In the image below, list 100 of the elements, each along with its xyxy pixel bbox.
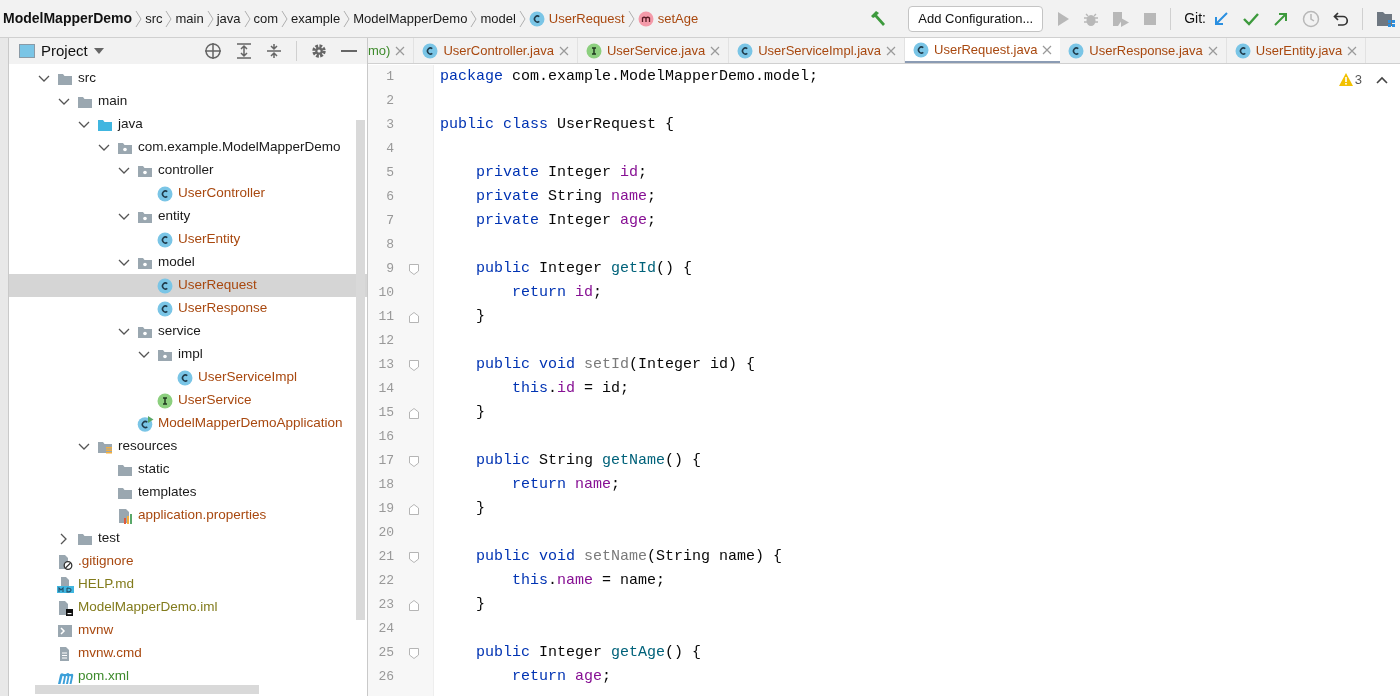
- code-line: private Integer age;: [476, 210, 657, 231]
- expand-all-icon[interactable]: [236, 43, 252, 59]
- chevron-right-icon[interactable]: [60, 532, 68, 545]
- tree-item[interactable]: model: [9, 251, 367, 274]
- method-icon: [637, 10, 654, 27]
- tree-item[interactable]: controller: [9, 159, 367, 182]
- breadcrumb[interactable]: src: [142, 8, 166, 29]
- line-number: 23: [377, 596, 394, 615]
- chevron-up-icon[interactable]: [1376, 75, 1388, 84]
- tree-label: UserServiceImpl: [198, 368, 298, 387]
- tree-item[interactable]: UserService: [9, 389, 367, 412]
- breadcrumb[interactable]: ModelMapperDemo: [0, 8, 136, 29]
- tree-label: .gitignore: [78, 552, 134, 571]
- close-icon[interactable]: [558, 46, 569, 56]
- tree-item[interactable]: src: [9, 67, 367, 90]
- tree-item[interactable]: UserEntity: [9, 228, 367, 251]
- chevron-down-icon[interactable]: [78, 442, 90, 451]
- fold-marker-icon[interactable]: [409, 311, 419, 323]
- close-icon[interactable]: [1347, 46, 1358, 56]
- vcs-label: Git:: [1184, 9, 1206, 28]
- close-icon[interactable]: [395, 46, 406, 56]
- fold-marker-icon[interactable]: [409, 647, 419, 659]
- fold-marker-icon[interactable]: [409, 599, 419, 611]
- tree-item[interactable]: service: [9, 320, 367, 343]
- run-configuration-button[interactable]: Add Configuration...: [908, 5, 1044, 32]
- tree-label: service: [158, 322, 201, 341]
- chevron-down-icon[interactable]: [58, 97, 70, 106]
- tree-item[interactable]: UserServiceImpl: [9, 366, 367, 389]
- close-icon[interactable]: [886, 46, 897, 56]
- tree-item[interactable]: test: [9, 527, 367, 550]
- fold-marker-icon[interactable]: [409, 359, 419, 371]
- arrow-up-right-icon[interactable]: [1273, 10, 1289, 27]
- tree-item[interactable]: UserResponse: [9, 297, 367, 320]
- tree-item[interactable]: static: [9, 458, 367, 481]
- fold-marker-icon[interactable]: [409, 263, 419, 275]
- chevron-down-icon[interactable]: [118, 212, 130, 221]
- tree-item[interactable]: application.properties: [9, 504, 367, 527]
- fold-marker-icon[interactable]: [409, 455, 419, 467]
- line-number: 14: [377, 380, 394, 399]
- breadcrumb[interactable]: UserRequest: [525, 8, 628, 29]
- fold-marker-icon[interactable]: [409, 551, 419, 563]
- folder-icon: [117, 462, 133, 477]
- inspection-widget[interactable]: 3: [1338, 70, 1362, 90]
- close-icon[interactable]: [710, 46, 721, 56]
- breadcrumb[interactable]: setAge: [634, 8, 702, 29]
- tree-item[interactable]: resources: [9, 435, 367, 458]
- chevron-right-icon: [206, 9, 214, 28]
- tree-item[interactable]: main: [9, 90, 367, 113]
- editor-tab[interactable]: UserRequest.java: [905, 38, 1061, 63]
- tree-item[interactable]: com.example.ModelMapperDemo: [9, 136, 367, 159]
- tree-item[interactable]: ModelMapperDemoApplication: [9, 412, 367, 435]
- breadcrumb[interactable]: example: [288, 8, 344, 29]
- tree-label: ModelMapperDemoApplication: [158, 414, 343, 433]
- fold-marker-icon[interactable]: [409, 503, 419, 515]
- scrollbar[interactable]: [35, 685, 259, 694]
- collapse-all-icon[interactable]: [266, 43, 282, 59]
- close-icon[interactable]: [1207, 46, 1218, 56]
- tree-item[interactable]: impl: [9, 343, 367, 366]
- chevron-down-icon[interactable]: [38, 74, 50, 83]
- chevron-down-icon[interactable]: [138, 350, 150, 359]
- breadcrumb[interactable]: java: [213, 8, 244, 29]
- chevron-down-icon[interactable]: [98, 143, 110, 152]
- coverage-icon[interactable]: [1112, 10, 1131, 27]
- code-line: public Integer getAge() {: [476, 642, 702, 663]
- hammer-icon[interactable]: [869, 9, 888, 28]
- tree-item[interactable]: entity: [9, 205, 367, 228]
- tree-item[interactable]: mvnw.cmd: [9, 642, 367, 665]
- package-icon: [137, 324, 153, 339]
- code-line: public class UserRequest {: [440, 114, 675, 135]
- fold-marker-icon[interactable]: [409, 407, 419, 419]
- locate-icon[interactable]: [204, 42, 222, 60]
- scrollbar[interactable]: [356, 120, 365, 620]
- tree-item[interactable]: .gitignore: [9, 550, 367, 573]
- clock-icon[interactable]: [1302, 9, 1320, 28]
- settings-icon[interactable]: [311, 43, 327, 59]
- tree-item[interactable]: UserController: [9, 182, 367, 205]
- breadcrumb[interactable]: main: [172, 8, 207, 29]
- project-structure-icon[interactable]: [1376, 9, 1396, 28]
- tree-item[interactable]: templates: [9, 481, 367, 504]
- tree-item[interactable]: pom.xml: [9, 665, 367, 688]
- breadcrumb[interactable]: ModelMapperDemo: [350, 8, 471, 29]
- tree-item[interactable]: HELP.md: [9, 573, 367, 596]
- tree-item[interactable]: UserRequest: [9, 274, 367, 297]
- tree-item[interactable]: ModelMapperDemo.iml: [9, 596, 367, 619]
- arrow-down-left-icon[interactable]: [1213, 10, 1229, 27]
- chevron-down-icon[interactable]: [118, 166, 130, 175]
- chevron-down-icon[interactable]: [118, 258, 130, 267]
- tree-label: com.example.ModelMapperDemo: [138, 138, 341, 157]
- chevron-down-icon[interactable]: [118, 327, 130, 336]
- tree-item[interactable]: java: [9, 113, 367, 136]
- undo-icon[interactable]: [1333, 10, 1349, 27]
- breadcrumb[interactable]: com: [250, 8, 282, 29]
- minimize-icon[interactable]: [341, 49, 357, 53]
- line-number: 15: [377, 404, 394, 423]
- breadcrumb[interactable]: model: [477, 8, 519, 29]
- stop-icon[interactable]: [1143, 11, 1158, 26]
- tree-item[interactable]: mvnw: [9, 619, 367, 642]
- close-icon[interactable]: [1042, 44, 1053, 55]
- run-icon[interactable]: [1056, 10, 1071, 27]
- chevron-down-icon[interactable]: [78, 120, 90, 129]
